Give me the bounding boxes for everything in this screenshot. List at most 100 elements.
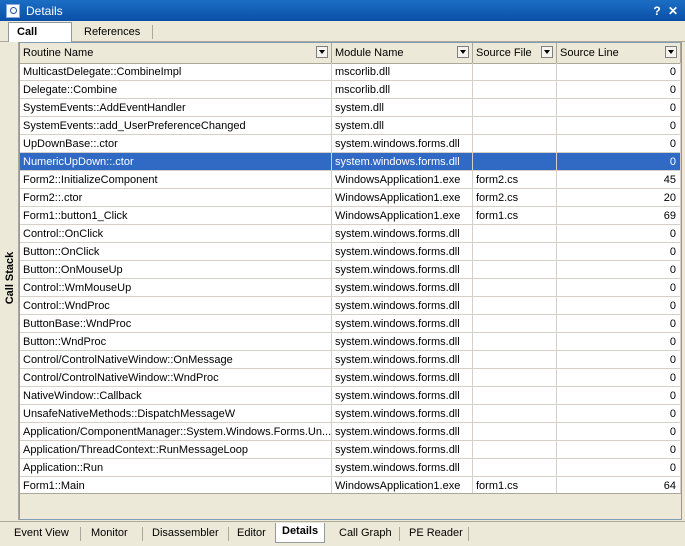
column-label: Source File (476, 47, 532, 59)
tab-call-graph[interactable]: Call Graph (333, 525, 398, 542)
cell-line: 0 (557, 81, 681, 99)
cell-routine: Control::OnClick (20, 225, 332, 243)
table-row[interactable]: ButtonBase::WndProc system.windows.forms.… (20, 315, 681, 333)
cell-routine: Form1::button1_Click (20, 207, 332, 225)
tab-divider (468, 527, 469, 541)
table-row[interactable]: Control::OnClick system.windows.forms.dll… (20, 225, 681, 243)
grid-footer (20, 493, 681, 519)
cell-file: form2.cs (473, 189, 557, 207)
cell-file (473, 261, 557, 279)
tab-editor[interactable]: Editor (231, 525, 272, 542)
cell-file (473, 99, 557, 117)
table-row[interactable]: Button::OnMouseUp system.windows.forms.dl… (20, 261, 681, 279)
table-row[interactable]: Application/ComponentManager::System.Win… (20, 423, 681, 441)
cell-module: system.windows.forms.dll (332, 225, 473, 243)
table-row[interactable]: NumericUpDown::.ctor system.windows.forms… (20, 153, 681, 171)
cell-file (473, 81, 557, 99)
table-row[interactable]: Form2::.ctor WindowsApplication1.exe form2… (20, 189, 681, 207)
column-label: Routine Name (23, 47, 94, 59)
cell-file (473, 441, 557, 459)
cell-line: 0 (557, 315, 681, 333)
table-row[interactable]: Form1::button1_Click WindowsApplication1.… (20, 207, 681, 225)
cell-line: 0 (557, 369, 681, 387)
table-row[interactable]: NativeWindow::Callback system.windows.for… (20, 387, 681, 405)
column-header-routine-name[interactable]: Routine Name (20, 43, 332, 63)
cell-file (473, 405, 557, 423)
cell-routine: Form2::InitializeComponent (20, 171, 332, 189)
top-tab-strip: Call Stack References (0, 21, 685, 56)
title-bar: Details ? ✕ (0, 0, 685, 21)
cell-line: 0 (557, 135, 681, 153)
cell-module: system.dll (332, 99, 473, 117)
column-header-module-name[interactable]: Module Name (332, 43, 473, 63)
cell-module: system.windows.forms.dll (332, 441, 473, 459)
cell-file (473, 279, 557, 297)
dropdown-arrow-icon[interactable] (316, 46, 328, 58)
cell-file (473, 243, 557, 261)
cell-routine: Button::WndProc (20, 333, 332, 351)
cell-module: system.windows.forms.dll (332, 279, 473, 297)
tab-divider (142, 527, 143, 541)
bottom-tab-strip: Event View Monitor Disassembler Editor D… (0, 521, 685, 546)
cell-line: 0 (557, 153, 681, 171)
column-label: Module Name (335, 47, 404, 59)
cell-routine: Application/ThreadContext::RunMessageLoo… (20, 441, 332, 459)
table-row[interactable]: SystemEvents::AddEventHandler system.dll 0 (20, 99, 681, 117)
cell-routine: NumericUpDown::.ctor (20, 153, 332, 171)
cell-routine: Application::Run (20, 459, 332, 477)
table-row[interactable]: Control::WndProc system.windows.forms.dll… (20, 297, 681, 315)
cell-routine: MulticastDelegate::CombineImpl (20, 63, 332, 81)
dropdown-arrow-icon[interactable] (541, 46, 553, 58)
table-row[interactable]: Form2::InitializeComponent WindowsApplica… (20, 171, 681, 189)
column-header-source-line[interactable]: Source Line (557, 43, 681, 63)
cell-line: 0 (557, 441, 681, 459)
cell-module: mscorlib.dll (332, 81, 473, 99)
tab-references[interactable]: References (76, 23, 152, 41)
tab-pe-reader[interactable]: PE Reader (403, 525, 469, 542)
table-row[interactable]: Control::WmMouseUp system.windows.forms.d… (20, 279, 681, 297)
cell-module: system.windows.forms.dll (332, 135, 473, 153)
cell-line: 0 (557, 261, 681, 279)
cell-line: 0 (557, 459, 681, 477)
cell-line: 69 (557, 207, 681, 225)
table-row[interactable]: Control/ControlNativeWindow::OnMessage sy… (20, 351, 681, 369)
call-stack-grid: Routine Name Module Name Source File Sou… (19, 42, 682, 520)
table-row[interactable]: Application/ThreadContext::RunMessageLoo… (20, 441, 681, 459)
table-row[interactable]: Button::OnClick system.windows.forms.dll 0 (20, 243, 681, 261)
cell-file (473, 225, 557, 243)
table-row[interactable]: Application::Run system.windows.forms.dll… (20, 459, 681, 477)
cell-routine: Application/ComponentManager::System.Win… (20, 423, 332, 441)
table-row[interactable]: UnsafeNativeMethods::DispatchMessageW sys… (20, 405, 681, 423)
cell-line: 0 (557, 99, 681, 117)
tab-monitor[interactable]: Monitor (85, 525, 134, 542)
tab-divider (399, 527, 400, 541)
cell-line: 20 (557, 189, 681, 207)
table-row[interactable]: UpDownBase::.ctor system.windows.forms.dl… (20, 135, 681, 153)
table-row[interactable]: Control/ControlNativeWindow::WndProc syst… (20, 369, 681, 387)
dropdown-arrow-icon[interactable] (457, 46, 469, 58)
close-button[interactable]: ✕ (665, 4, 681, 18)
cell-routine: UnsafeNativeMethods::DispatchMessageW (20, 405, 332, 423)
cell-line: 45 (557, 171, 681, 189)
table-row[interactable]: MulticastDelegate::CombineImpl mscorlib.d… (20, 63, 681, 81)
table-row[interactable]: SystemEvents::add_UserPreferenceChanged s… (20, 117, 681, 135)
cell-file (473, 153, 557, 171)
dropdown-arrow-icon[interactable] (665, 46, 677, 58)
cell-file (473, 315, 557, 333)
cell-routine: Control::WndProc (20, 297, 332, 315)
cell-module: WindowsApplication1.exe (332, 207, 473, 225)
side-tab-call-stack[interactable]: Call Stack (4, 230, 16, 326)
cell-module: system.dll (332, 117, 473, 135)
table-row[interactable]: Button::WndProc system.windows.forms.dll 0 (20, 333, 681, 351)
cell-routine: Button::OnClick (20, 243, 332, 261)
cell-module: system.windows.forms.dll (332, 315, 473, 333)
help-button[interactable]: ? (649, 4, 665, 18)
tab-details[interactable]: Details (275, 523, 326, 543)
tab-disassembler[interactable]: Disassembler (146, 525, 225, 542)
tab-call-stack[interactable]: Call Stack (8, 22, 72, 56)
tab-event-view[interactable]: Event View (8, 525, 75, 542)
column-header-source-file[interactable]: Source File (473, 43, 557, 63)
cell-file: form1.cs (473, 207, 557, 225)
cell-line: 0 (557, 225, 681, 243)
table-row[interactable]: Delegate::Combine mscorlib.dll 0 (20, 81, 681, 99)
